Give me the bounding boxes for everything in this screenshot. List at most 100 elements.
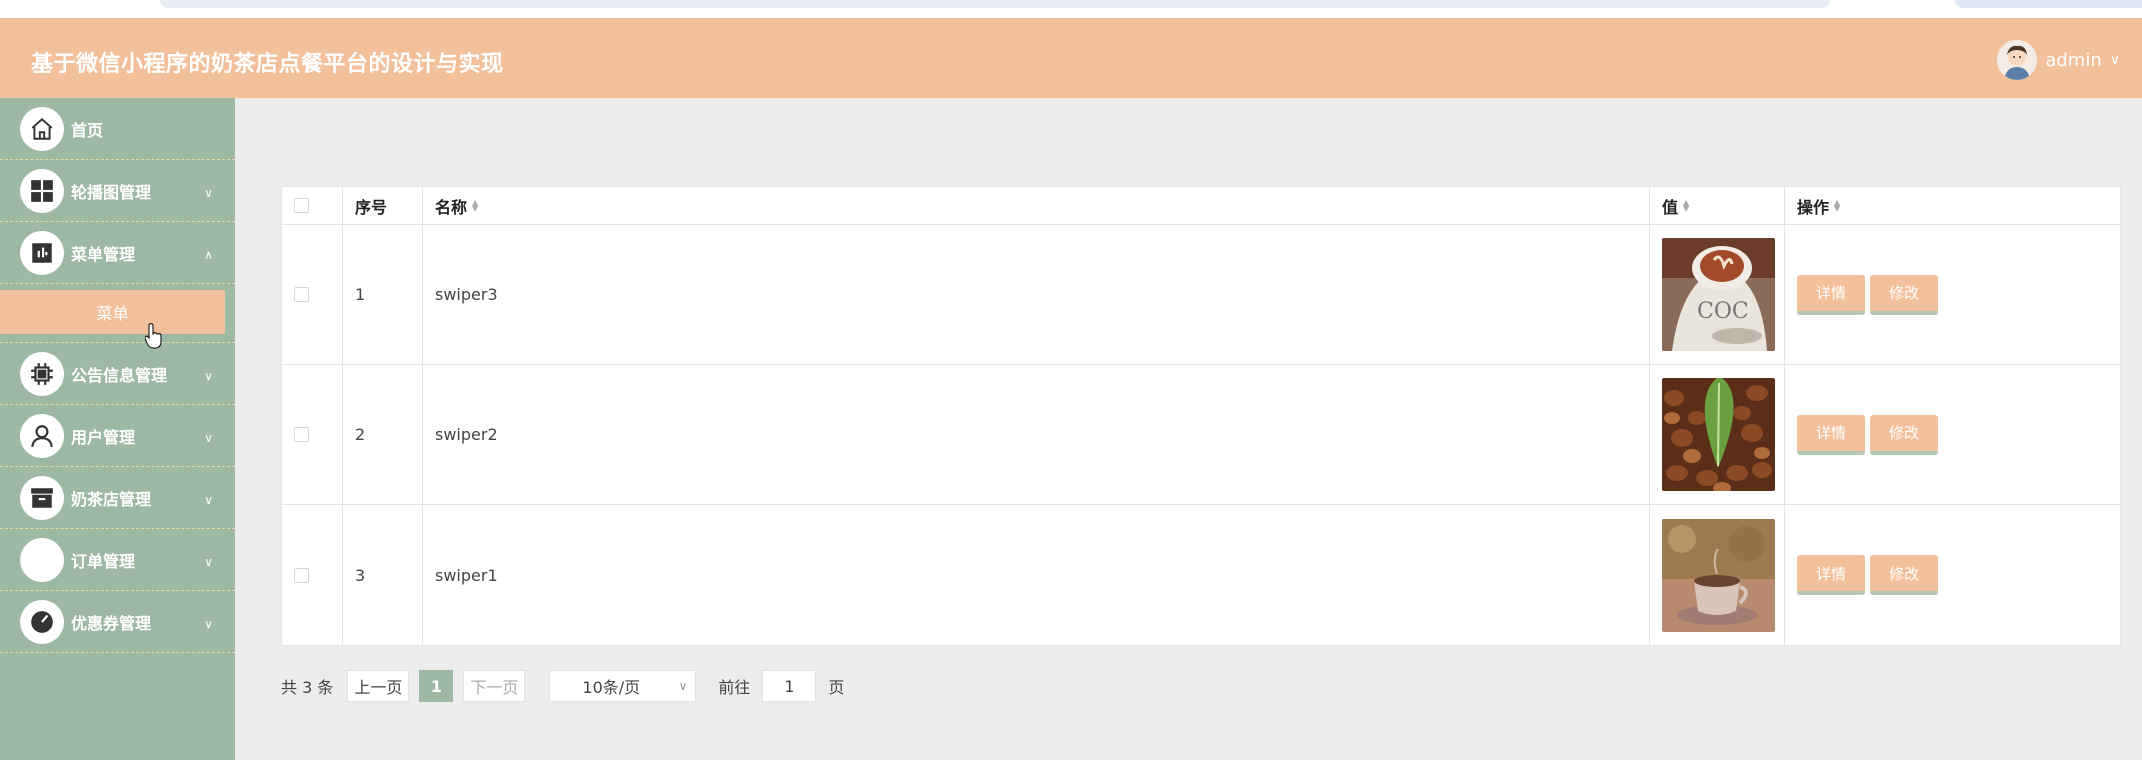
row-actions: 详情 修改 [1785, 505, 2120, 645]
chevron-down-icon: ∨ [204, 431, 213, 445]
table-header-row: 序号 名称 ▲ ▼ 值 ▲ ▼ 操作 ▲ ▼ [282, 187, 2120, 225]
edit-button[interactable]: 修改 [1870, 555, 1938, 595]
row-checkbox[interactable] [294, 567, 309, 583]
sidebar-item-menu[interactable]: 菜单管理 ∧ [0, 222, 235, 284]
sort-icon[interactable]: ▲ ▼ [1683, 198, 1689, 212]
user-menu[interactable]: admin ∨ [1997, 40, 2120, 80]
column-header-actions-label: 操作 [1797, 197, 1830, 217]
address-bar[interactable] [160, 0, 1830, 8]
chevron-down-icon: ∨ [204, 493, 213, 507]
pagination: 共 3 条 上一页 1 下一页 10条/页 ∨ 前往 1 页 [281, 670, 844, 702]
browser-top-strip [0, 0, 2142, 18]
sidebar-item-coupons[interactable]: 优惠券管理 ∨ [0, 591, 235, 653]
page-size-select[interactable]: 10条/页 ∨ [549, 670, 697, 702]
table-row: 3 swiper1 详情 修改 [282, 505, 2120, 645]
row-select-cell [282, 365, 343, 504]
chevron-up-icon: ∧ [204, 248, 213, 262]
detail-button[interactable]: 详情 [1797, 274, 1865, 315]
chevron-down-icon: ∨ [204, 555, 213, 569]
chevron-down-icon: ∨ [204, 369, 213, 383]
table-row: 1 swiper3 COC 详情 修改 [282, 225, 2120, 365]
chevron-down-icon: ∨ [204, 186, 213, 200]
username[interactable]: admin [2045, 50, 2101, 71]
sidebar-item-carousel[interactable]: 轮播图管理 ∨ [0, 160, 235, 222]
column-header-value[interactable]: 值 ▲ ▼ [1650, 187, 1785, 224]
chart-icon [20, 230, 64, 275]
sidebar-item-label: 订单管理 [71, 551, 136, 571]
row-index: 2 [343, 365, 423, 504]
detail-button[interactable]: 详情 [1797, 555, 1865, 595]
gauge-icon [20, 599, 64, 644]
row-name: swiper1 [423, 505, 1650, 645]
sidebar-item-notice[interactable]: 公告信息管理 ∨ [0, 343, 235, 405]
sidebar-item-orders[interactable]: 订单管理 ∨ [0, 529, 235, 591]
prev-page-button[interactable]: 上一页 [347, 670, 410, 702]
column-header-index: 序号 [343, 187, 423, 224]
total-count: 共 3 条 [281, 678, 334, 697]
goto-page-input[interactable]: 1 [762, 670, 817, 702]
row-actions: 详情 修改 [1785, 225, 2120, 364]
sidebar-item-users[interactable]: 用户管理 ∨ [0, 405, 235, 467]
order-icon [20, 537, 64, 582]
page-unit-label: 页 [828, 678, 845, 697]
page-size-value: 10条/页 [582, 678, 641, 697]
svg-text:COC: COC [1697, 299, 1749, 324]
row-select-cell [282, 505, 343, 645]
column-header-value-label: 值 [1662, 197, 1679, 217]
row-checkbox[interactable] [294, 287, 309, 302]
sidebar-item-label: 首页 [71, 120, 104, 140]
sidebar-item-label: 用户管理 [71, 427, 136, 447]
row-checkbox[interactable] [294, 427, 309, 442]
sidebar-item-home[interactable]: 首页 [0, 98, 235, 160]
column-header-name[interactable]: 名称 ▲ ▼ [423, 187, 1650, 224]
chevron-down-icon: ∨ [678, 679, 688, 693]
goto-label: 前往 [718, 678, 751, 697]
column-header-actions[interactable]: 操作 ▲ ▼ [1785, 187, 2120, 224]
sidebar-item-label: 优惠券管理 [71, 613, 152, 633]
row-index: 3 [343, 505, 423, 645]
pointer-cursor-icon [144, 323, 163, 353]
row-name: swiper2 [423, 365, 1650, 504]
row-value-cell [1650, 505, 1785, 645]
page-number-current[interactable]: 1 [419, 670, 454, 702]
detail-button[interactable]: 详情 [1797, 414, 1865, 455]
next-page-button[interactable]: 下一页 [463, 670, 526, 702]
row-value-cell [1650, 365, 1785, 504]
row-actions: 详情 修改 [1785, 365, 2120, 504]
sidebar-item-label: 轮播图管理 [71, 182, 152, 202]
sidebar: 首页 轮播图管理 ∨ 菜单管理 ∧ 菜单 公告信息管理 ∨ 用户管理 ∨ 奶茶店… [0, 98, 235, 760]
coffee-beans-image[interactable] [1662, 378, 1775, 491]
sidebar-item-shop[interactable]: 奶茶店管理 ∨ [0, 467, 235, 529]
app-header: 基于微信小程序的奶茶店点餐平台的设计与实现 admin ∨ [0, 18, 2142, 98]
sidebar-item-label: 菜单管理 [71, 244, 136, 264]
sort-icon[interactable]: ▲ ▼ [472, 198, 478, 212]
avatar[interactable] [1997, 40, 2038, 80]
row-select-cell [282, 225, 343, 364]
data-table: 序号 名称 ▲ ▼ 值 ▲ ▼ 操作 ▲ ▼ 1 swiper3 COC 详情 … [281, 186, 2121, 646]
home-icon [20, 106, 64, 151]
select-all-cell [282, 187, 343, 224]
submenu: 菜单 [0, 290, 235, 343]
select-all-checkbox[interactable] [294, 198, 309, 213]
chevron-down-icon[interactable]: ∨ [2110, 52, 2120, 68]
row-index: 1 [343, 225, 423, 364]
row-value-cell: COC [1650, 225, 1785, 364]
row-name: swiper3 [423, 225, 1650, 364]
sort-icon[interactable]: ▲ ▼ [1834, 198, 1840, 212]
edit-button[interactable]: 修改 [1870, 274, 1938, 315]
sidebar-item-label: 奶茶店管理 [71, 489, 152, 509]
sidebar-subitem-menu[interactable]: 菜单 [0, 290, 225, 334]
column-header-name-label: 名称 [435, 197, 468, 217]
sidebar-item-label: 公告信息管理 [71, 365, 168, 385]
grid-icon [20, 168, 64, 213]
browser-tab[interactable] [1955, 0, 2142, 8]
box-icon [20, 475, 64, 520]
user-icon [20, 413, 64, 458]
coffee-cup-image[interactable] [1662, 518, 1775, 632]
app-title: 基于微信小程序的奶茶店点餐平台的设计与实现 [31, 52, 504, 77]
chip-icon [20, 351, 64, 396]
edit-button[interactable]: 修改 [1870, 414, 1938, 455]
coffee-latte-image[interactable]: COC [1662, 238, 1775, 351]
chevron-down-icon: ∨ [204, 617, 213, 631]
table-row: 2 swiper2 详情 修改 [282, 365, 2120, 505]
